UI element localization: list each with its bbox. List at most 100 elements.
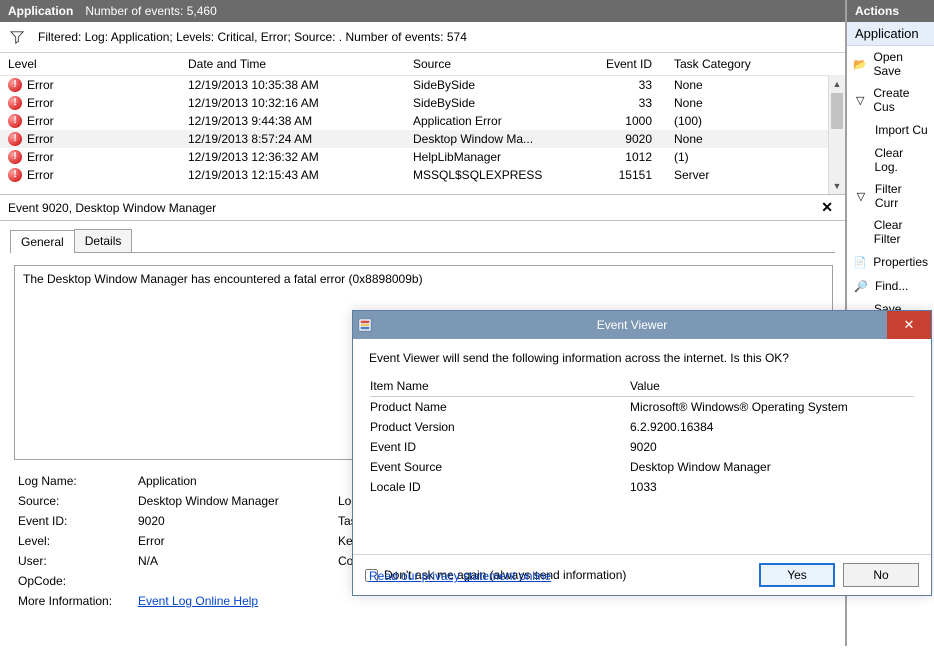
detail-close-button[interactable]: ✕	[817, 199, 837, 216]
kv-key: Event ID	[370, 437, 630, 457]
tab-details[interactable]: Details	[74, 229, 133, 252]
action-open-saved[interactable]: 📂Open Save	[847, 46, 934, 82]
cell-level: Error	[27, 168, 54, 182]
detail-title: Event 9020, Desktop Window Manager	[8, 201, 216, 215]
dialog-icon	[353, 318, 377, 332]
kv-key: Event Source	[370, 457, 630, 477]
cell-date: 12/19/2013 12:15:43 AM	[180, 166, 405, 184]
filter-text: Filtered: Log: Application; Levels: Crit…	[38, 30, 467, 44]
grid-header-row[interactable]: Level Date and Time Source Event ID Task…	[0, 53, 845, 76]
kv-value: 9020	[630, 437, 914, 457]
action-label: Create Cus	[873, 86, 928, 114]
col-level[interactable]: Level	[0, 53, 180, 76]
action-label: Open Save	[874, 50, 928, 78]
cell-level: Error	[27, 132, 54, 146]
no-button[interactable]: No	[843, 563, 919, 587]
error-icon: !	[8, 150, 22, 164]
error-icon: !	[8, 132, 22, 146]
prop-logname-value: Application	[138, 474, 338, 488]
cell-task: None	[660, 76, 845, 95]
cell-eventid: 9020	[590, 130, 660, 148]
col-source[interactable]: Source	[405, 53, 590, 76]
prop-source-label: Source:	[18, 494, 138, 508]
prop-eventid-label: Event ID:	[18, 514, 138, 528]
find-icon: 🔎	[853, 278, 869, 294]
action-clear-log[interactable]: Clear Log.	[847, 142, 934, 178]
yes-button[interactable]: Yes	[759, 563, 835, 587]
event-grid[interactable]: Level Date and Time Source Event ID Task…	[0, 53, 845, 195]
action-import-custom[interactable]: Import Cu	[847, 118, 934, 142]
event-log-help-link[interactable]: Event Log Online Help	[138, 594, 258, 608]
action-label: Clear Filter	[874, 218, 928, 246]
grid-scrollbar[interactable]: ▲ ▼	[828, 75, 845, 194]
cell-task: Server	[660, 166, 845, 184]
table-row[interactable]: !Error12/19/2013 12:36:32 AMHelpLibManag…	[0, 148, 845, 166]
kv-header-item: Item Name	[370, 376, 630, 397]
prop-eventid-value: 9020	[138, 514, 338, 528]
error-icon: !	[8, 168, 22, 182]
action-clear-filter[interactable]: Clear Filter	[847, 214, 934, 250]
action-filter-current[interactable]: ▽ Filter Curr	[847, 178, 934, 214]
table-row[interactable]: !Error12/19/2013 10:35:38 AMSideBySide33…	[0, 76, 845, 95]
cell-task: None	[660, 94, 845, 112]
filter-bar: Filtered: Log: Application; Levels: Crit…	[0, 22, 845, 53]
table-row[interactable]: !Error12/19/2013 10:32:16 AMSideBySide33…	[0, 94, 845, 112]
send-info-dialog: Event Viewer ✕ Event Viewer will send th…	[352, 310, 932, 596]
prop-logname-label: Log Name:	[18, 474, 138, 488]
cell-eventid: 33	[590, 94, 660, 112]
prop-level-label: Level:	[18, 534, 138, 548]
action-label: Find...	[875, 279, 908, 293]
cell-date: 12/19/2013 12:36:32 AM	[180, 148, 405, 166]
prop-more-label: More Information:	[18, 594, 138, 608]
log-title: Application	[8, 4, 73, 18]
kv-value: Desktop Window Manager	[630, 457, 914, 477]
import-custom-icon	[853, 122, 869, 138]
error-icon: !	[8, 96, 22, 110]
col-eventid[interactable]: Event ID	[590, 53, 660, 76]
dialog-close-button[interactable]: ✕	[887, 311, 931, 339]
dialog-title: Event Viewer	[377, 318, 887, 332]
col-task[interactable]: Task Category	[660, 53, 845, 76]
action-label: Clear Log.	[874, 146, 928, 174]
kv-key: Product Version	[370, 417, 630, 437]
cell-source: HelpLibManager	[405, 148, 590, 166]
error-icon: !	[8, 114, 22, 128]
table-row[interactable]: !Error12/19/2013 9:44:38 AMApplication E…	[0, 112, 845, 130]
event-count: Number of events: 5,460	[85, 4, 216, 18]
table-row[interactable]: ! Error 12/19/2013 8:57:24 AMDesktop Windo…	[0, 130, 845, 148]
cell-source: Application Error	[405, 112, 590, 130]
detail-tabs: General Details	[10, 229, 835, 253]
cell-level: Error	[27, 114, 54, 128]
table-row[interactable]: !Error12/19/2013 12:15:43 AMMSSQL$SQLEXP…	[0, 166, 845, 184]
action-create-custom[interactable]: ▽Create Cus	[847, 82, 934, 118]
scroll-thumb[interactable]	[831, 93, 843, 129]
scroll-up-icon[interactable]: ▲	[829, 75, 845, 92]
tab-general[interactable]: General	[10, 230, 75, 253]
prop-user-value: N/A	[138, 554, 338, 568]
cell-source: Desktop Window Ma...	[405, 130, 590, 148]
kv-value: 1033	[630, 477, 914, 497]
action-properties[interactable]: 📄Properties	[847, 250, 934, 274]
scroll-down-icon[interactable]: ▼	[829, 177, 845, 194]
error-icon: !	[8, 78, 22, 92]
clear-filter-icon	[853, 224, 868, 240]
col-date[interactable]: Date and Time	[180, 53, 405, 76]
action-label: Import Cu	[875, 123, 928, 137]
cell-eventid: 15151	[590, 166, 660, 184]
action-label: Filter Curr	[875, 182, 928, 210]
log-header: Application Number of events: 5,460	[0, 0, 845, 22]
dialog-prompt: Event Viewer will send the following inf…	[369, 351, 915, 365]
kv-value: Microsoft® Windows® Operating System	[630, 397, 914, 417]
kv-header-value: Value	[630, 376, 914, 397]
filter-current-icon: ▽	[853, 188, 869, 204]
prop-user-label: User:	[18, 554, 138, 568]
cell-eventid: 33	[590, 76, 660, 95]
action-label: Properties	[873, 255, 928, 269]
filter-icon	[10, 30, 24, 44]
cell-date: 12/19/2013 10:32:16 AM	[180, 94, 405, 112]
cell-date: 12/19/2013 8:57:24 AM	[180, 130, 405, 148]
privacy-link[interactable]: Read our privacy statement online	[369, 569, 551, 583]
action-find[interactable]: 🔎 Find...	[847, 274, 934, 298]
cell-eventid: 1012	[590, 148, 660, 166]
cell-task: (1)	[660, 148, 845, 166]
